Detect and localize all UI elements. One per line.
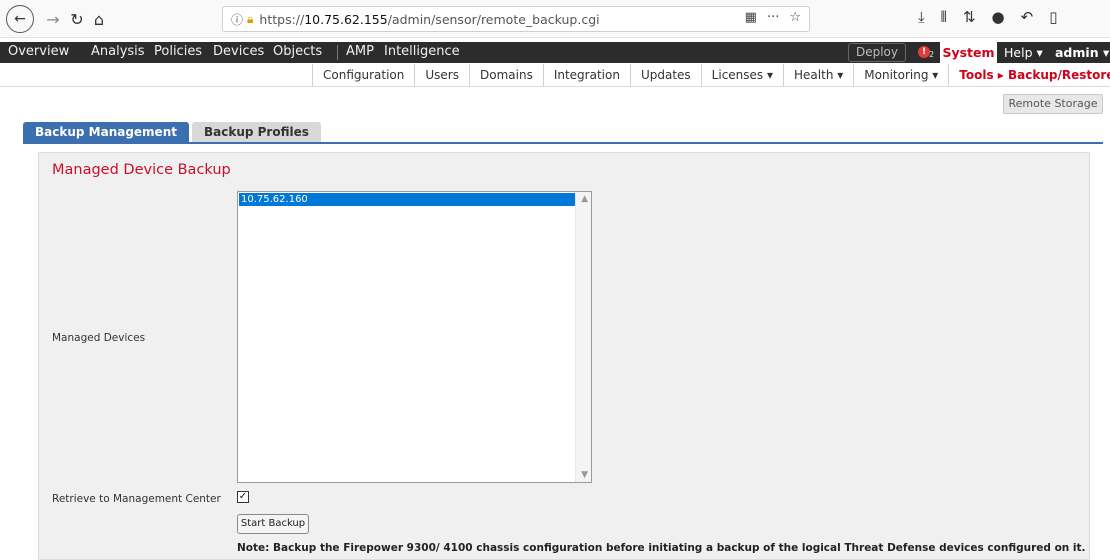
sidebar-icon[interactable]: ▯: [1049, 8, 1057, 26]
subnav-health[interactable]: Health ▾: [783, 64, 853, 87]
home-icon[interactable]: ⌂: [86, 6, 112, 32]
managed-devices-listbox[interactable]: 10.75.62.160 ▲ ▼: [237, 191, 592, 483]
star-icon[interactable]: ☆: [789, 10, 801, 25]
url-prefix: https://: [259, 11, 305, 27]
tab-backup-profiles[interactable]: Backup Profiles: [191, 122, 321, 142]
nav-devices[interactable]: Devices: [213, 44, 264, 59]
url-path: /admin/sensor/remote_backup.cgi: [387, 11, 600, 27]
url-host: 10.75.62.155: [304, 11, 388, 27]
download-icon[interactable]: ⤓: [918, 8, 925, 26]
retrieve-checkbox[interactable]: ✓: [237, 491, 249, 503]
nav-analysis[interactable]: Analysis: [91, 44, 145, 59]
url-bar[interactable]: ⓘ 🔒︎ https://10.75.62.155/admin/sensor/r…: [222, 6, 810, 32]
forward-icon[interactable]: →: [40, 6, 66, 32]
sync-icon[interactable]: ⇅: [963, 8, 976, 26]
main-nav: Overview Analysis Policies Devices Objec…: [0, 42, 1110, 63]
backup-tabs: Backup Management Backup Profiles: [23, 122, 321, 142]
nav-policies[interactable]: Policies: [154, 44, 202, 59]
qr-icon[interactable]: ▦: [745, 10, 757, 25]
scroll-down-icon[interactable]: ▼: [581, 470, 588, 480]
subnav-configuration[interactable]: Configuration: [312, 64, 414, 87]
back-icon[interactable]: ←: [6, 5, 34, 33]
nav-divider: [337, 45, 338, 60]
help-menu[interactable]: Help ▾: [1004, 45, 1043, 60]
nav-intelligence[interactable]: Intelligence: [384, 44, 460, 59]
scroll-up-icon[interactable]: ▲: [581, 194, 588, 204]
listbox-scrollbar[interactable]: ▲ ▼: [575, 192, 591, 482]
subnav-integration[interactable]: Integration: [542, 64, 630, 87]
system-subnav: Configuration Users Domains Integration …: [312, 64, 1110, 87]
nav-amp[interactable]: AMP: [346, 44, 374, 59]
subnav-users[interactable]: Users: [414, 64, 469, 87]
subnav-updates[interactable]: Updates: [629, 64, 701, 87]
remote-storage-button[interactable]: Remote Storage: [1003, 94, 1103, 114]
tab-backup-management[interactable]: Backup Management: [23, 122, 189, 142]
managed-device-backup-panel: Managed Device Backup 10.75.62.160 ▲ ▼ M…: [38, 152, 1090, 560]
system-menu[interactable]: System: [940, 42, 997, 63]
undo-icon[interactable]: ↶: [1021, 8, 1034, 26]
library-icon[interactable]: ⫴: [941, 8, 947, 26]
subnav-divider: [0, 86, 1110, 87]
subnav-licenses[interactable]: Licenses ▾: [700, 64, 783, 87]
managed-devices-label: Managed Devices: [52, 332, 146, 344]
device-option[interactable]: 10.75.62.160: [239, 193, 575, 206]
start-backup-button[interactable]: Start Backup: [237, 514, 309, 534]
lock-icon[interactable]: 🔒︎: [247, 12, 253, 27]
more-icon[interactable]: ···: [767, 10, 779, 25]
browser-toolbar: ← → ↻ ⌂ ⓘ 🔒︎ https://10.75.62.155/admin/…: [0, 0, 1110, 38]
admin-menu[interactable]: admin ▾: [1055, 45, 1109, 60]
nav-overview[interactable]: Overview: [8, 44, 69, 59]
deploy-button[interactable]: Deploy: [848, 43, 906, 62]
backup-note: Note: Backup the Firepower 9300/ 4100 ch…: [237, 542, 1086, 554]
info-icon[interactable]: ⓘ: [231, 11, 243, 28]
alert-count: 2: [929, 50, 935, 59]
subnav-monitoring[interactable]: Monitoring ▾: [853, 64, 948, 87]
subnav-domains[interactable]: Domains: [469, 64, 543, 87]
retrieve-label: Retrieve to Management Center: [52, 493, 221, 505]
chat-icon[interactable]: ●: [992, 8, 1005, 26]
nav-objects[interactable]: Objects: [273, 44, 322, 59]
subnav-tools-backup-restore[interactable]: Tools ▸ Backup/Restore: [948, 64, 1110, 87]
url-text: https://10.75.62.155/admin/sensor/remote…: [259, 12, 599, 27]
tabs-underline: [23, 142, 1103, 144]
panel-title: Managed Device Backup: [52, 162, 231, 178]
